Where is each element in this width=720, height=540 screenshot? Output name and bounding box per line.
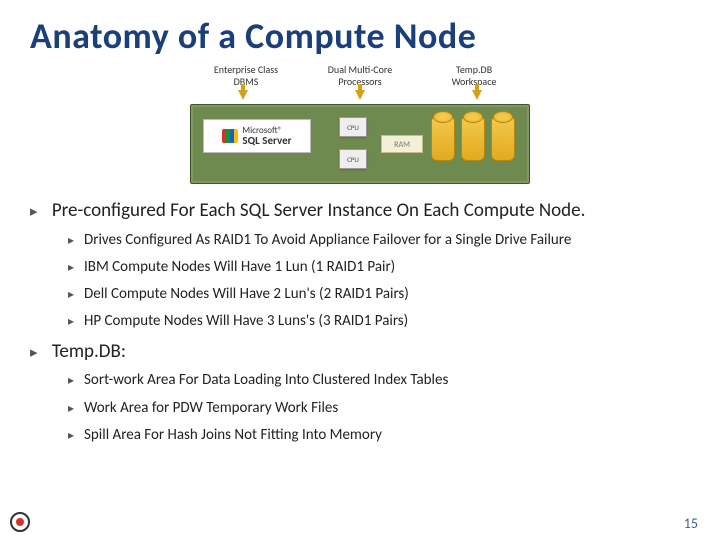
arrow-down-icon	[355, 90, 365, 104]
list-item: Pre-configured For Each SQL Server Insta…	[30, 198, 690, 332]
sublist: Sort-work Area For Data Loading Into Clu…	[68, 370, 690, 445]
sqlserver-box: Microsoft® SQL Server	[203, 119, 311, 153]
list-item: Sort-work Area For Data Loading Into Clu…	[68, 370, 690, 390]
cpu-chip-icon: CPU	[339, 149, 367, 169]
list-item-text: Temp.DB:	[52, 340, 126, 363]
list-item: Drives Configured As RAID1 To Avoid Appl…	[68, 230, 690, 250]
ram-icon: RAM	[381, 135, 423, 153]
list-item-text: Pre-configured For Each SQL Server Insta…	[52, 199, 586, 222]
sublist: Drives Configured As RAID1 To Avoid Appl…	[68, 230, 690, 332]
bullet-list: Pre-configured For Each SQL Server Insta…	[30, 198, 690, 445]
label-dbms: Enterprise ClassDBMS	[196, 64, 296, 88]
list-item: HP Compute Nodes Will Have 3 Luns's (3 R…	[68, 311, 690, 331]
list-item: Work Area for PDW Temporary Work Files	[68, 398, 690, 418]
list-item: IBM Compute Nodes Will Have 1 Lun (1 RAI…	[68, 257, 690, 277]
compute-node-diagram: Enterprise ClassDBMS Dual Multi-CoreProc…	[190, 64, 530, 184]
label-tempdb: Temp.DBWorkspace	[424, 64, 524, 88]
slide: Anatomy of a Compute Node Enterprise Cla…	[0, 0, 720, 540]
cpu-chip-icon: CPU	[339, 117, 367, 137]
arrow-down-icon	[472, 90, 482, 104]
disk-icon	[491, 117, 515, 161]
disk-icon	[461, 117, 485, 161]
diagram-arrows	[190, 90, 530, 104]
slide-title: Anatomy of a Compute Node	[30, 14, 690, 58]
list-item: Spill Area For Hash Joins Not Fitting In…	[68, 425, 690, 445]
page-number: 15	[684, 515, 698, 532]
tempdb-drives	[431, 117, 515, 161]
list-item: Dell Compute Nodes Will Have 2 Lun's (2 …	[68, 284, 690, 304]
sqlserver-text: Microsoft® SQL Server	[242, 126, 291, 147]
sqlserver-big: SQL Server	[242, 134, 291, 147]
list-item: Temp.DB: Sort-work Area For Data Loading…	[30, 339, 690, 445]
arrow-down-icon	[238, 90, 248, 104]
footer-logo-icon	[6, 510, 36, 534]
disk-icon	[431, 117, 455, 161]
board: Microsoft® SQL Server CPU CPU RAM	[190, 104, 530, 184]
sqlserver-flag-icon	[222, 129, 238, 143]
